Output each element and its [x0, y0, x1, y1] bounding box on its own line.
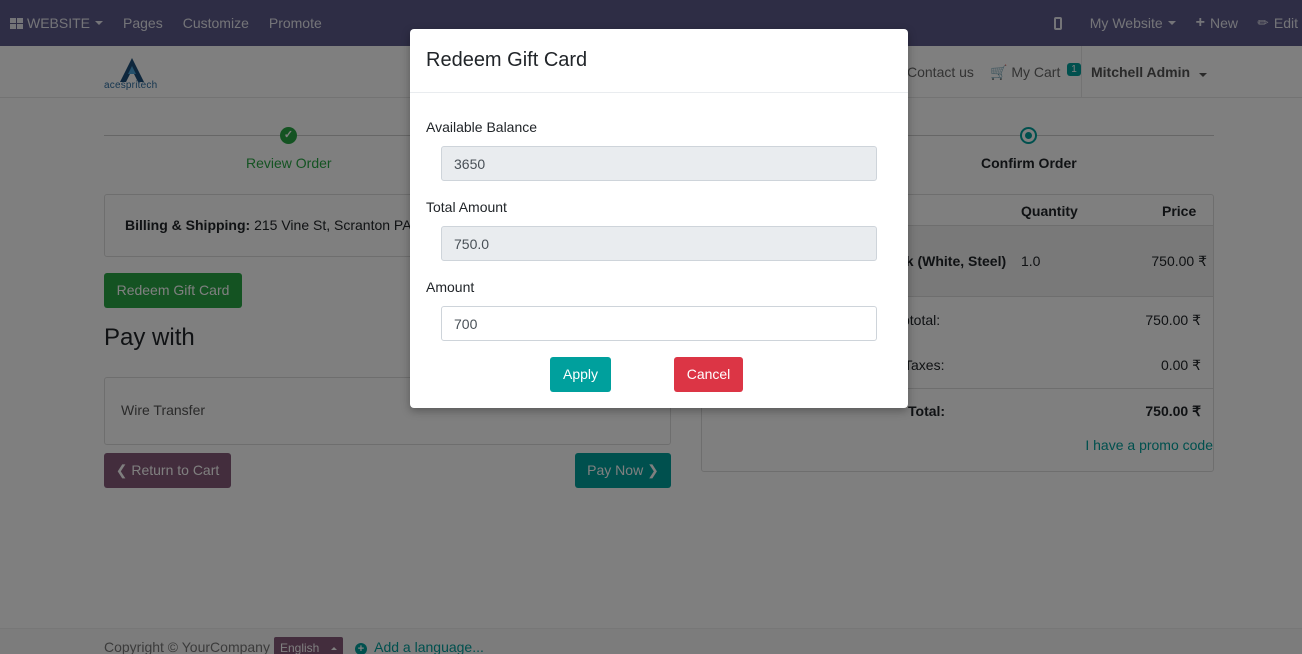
redeem-gift-card-dialog: Redeem Gift Card Available Balance Total…: [410, 29, 908, 408]
available-balance-field: [441, 146, 877, 181]
available-balance-label: Available Balance: [426, 119, 538, 135]
total-amount-field: [441, 226, 877, 261]
cancel-button[interactable]: Cancel: [674, 357, 743, 392]
modal-title: Redeem Gift Card: [426, 49, 588, 71]
amount-input[interactable]: [441, 306, 877, 341]
amount-label: Amount: [426, 279, 475, 295]
modal-header: Redeem Gift Card: [410, 29, 908, 93]
apply-button[interactable]: Apply: [550, 357, 611, 392]
total-amount-label: Total Amount: [426, 199, 507, 215]
